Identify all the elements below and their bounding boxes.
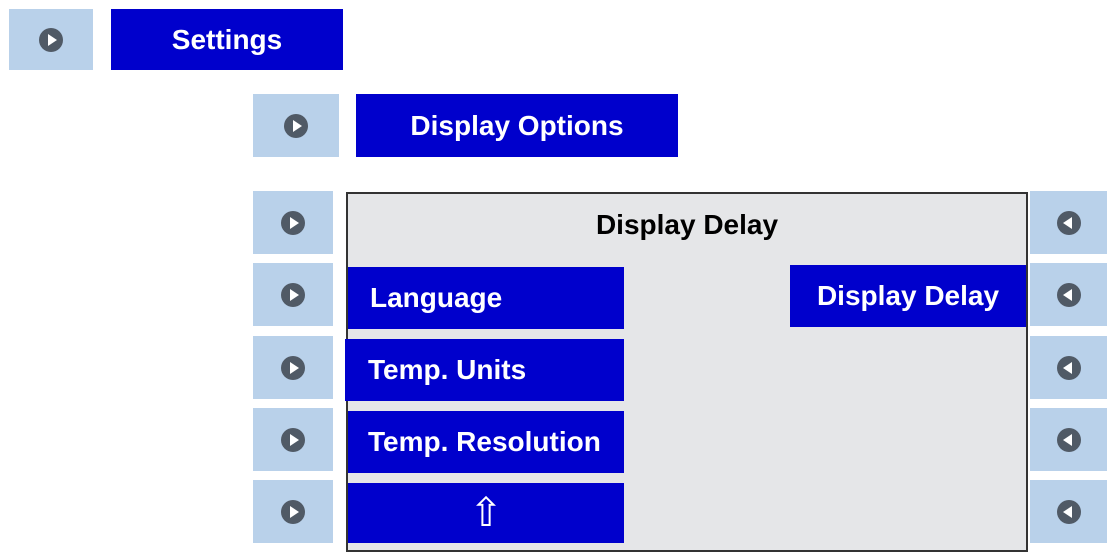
- right-softkey-2[interactable]: [1030, 263, 1107, 326]
- menu-item-temp-resolution[interactable]: Temp. Resolution: [348, 411, 624, 473]
- right-softkey-3[interactable]: [1030, 336, 1107, 399]
- play-right-icon: [39, 27, 63, 52]
- menu-item-language[interactable]: Language: [348, 267, 624, 329]
- play-right-icon: [284, 113, 308, 138]
- display-options-label[interactable]: Display Options: [356, 94, 678, 157]
- play-right-icon: [281, 282, 305, 307]
- play-right-icon: [281, 499, 305, 524]
- right-softkey-1[interactable]: [1030, 191, 1107, 254]
- menu-item-label: Temp. Resolution: [368, 426, 601, 457]
- settings-text: Settings: [171, 23, 283, 55]
- menu-item-temp-units[interactable]: Temp. Units: [345, 339, 624, 401]
- display-options-play-button[interactable]: [253, 94, 339, 157]
- selected-value-display-delay[interactable]: Display Delay: [790, 265, 1026, 327]
- settings-play-button[interactable]: [9, 9, 93, 70]
- menu-item-label: Language: [370, 282, 503, 313]
- left-softkey-4[interactable]: [253, 408, 333, 471]
- left-softkey-5[interactable]: [253, 480, 333, 543]
- play-right-icon: [281, 355, 305, 380]
- home-up-button[interactable]: ⇧: [348, 483, 624, 543]
- menu-item-label: Temp. Units: [368, 354, 527, 385]
- left-softkey-1[interactable]: [253, 191, 333, 254]
- play-left-icon: [1056, 499, 1081, 524]
- play-right-icon: [281, 210, 305, 235]
- left-softkey-3[interactable]: [253, 336, 333, 399]
- play-right-icon: [281, 427, 305, 452]
- up-arrow-icon: ⇧: [469, 491, 503, 535]
- display-options-text: Display Options: [410, 109, 624, 141]
- play-left-icon: [1056, 427, 1081, 452]
- play-left-icon: [1056, 210, 1081, 235]
- play-left-icon: [1056, 355, 1081, 380]
- panel-title: Display Delay: [595, 209, 779, 240]
- play-left-icon: [1056, 282, 1081, 307]
- right-softkey-5[interactable]: [1030, 480, 1107, 543]
- right-softkey-4[interactable]: [1030, 408, 1107, 471]
- settings-label[interactable]: Settings: [111, 9, 343, 70]
- selected-value-text: Display Delay: [816, 280, 1000, 311]
- left-softkey-2[interactable]: [253, 263, 333, 326]
